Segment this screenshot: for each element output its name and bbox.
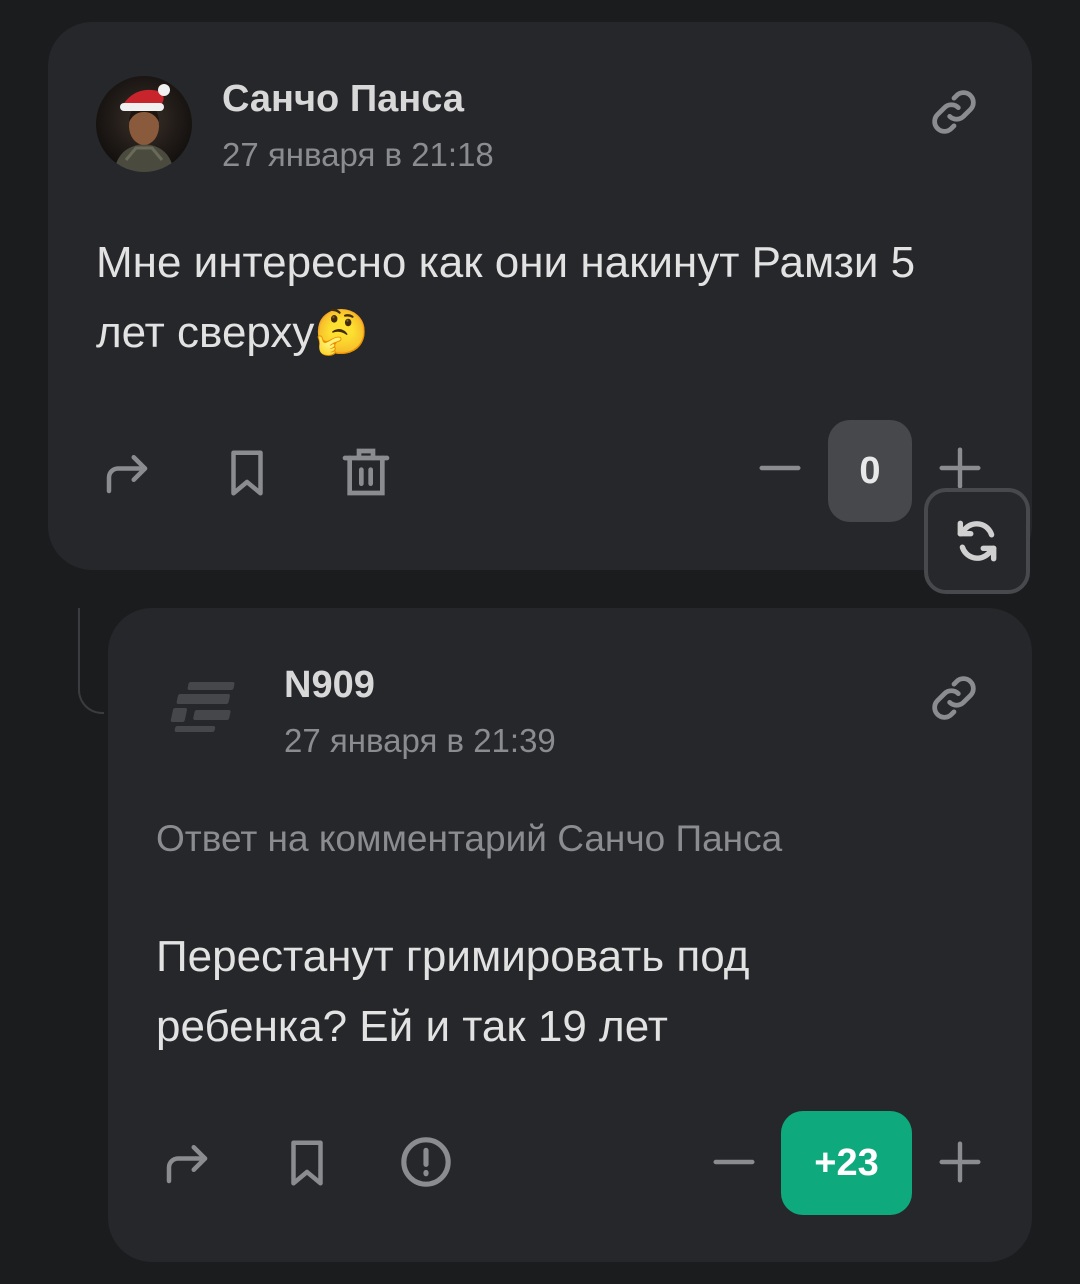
share-icon[interactable] (160, 1136, 214, 1190)
bookmark-icon[interactable] (220, 446, 274, 500)
comment-card: Санчо Панса 27 января в 21:18 Мне интере… (48, 22, 1032, 570)
share-icon[interactable] (100, 446, 154, 500)
report-icon[interactable] (398, 1134, 454, 1190)
score-badge: 0 (828, 420, 912, 522)
comment-author[interactable]: Санчо Панса (222, 78, 464, 121)
comment-body: Перестанут гримировать под ребенка? Ей и… (156, 932, 750, 1051)
bookmark-icon[interactable] (280, 1136, 334, 1190)
reply-to-link[interactable]: Ответ на комментарий Санчо Панса (156, 818, 782, 860)
comment-body: Мне интересно как они накинут Рамзи 5 ле… (96, 238, 916, 357)
thread-connector (78, 608, 104, 714)
comment-text: Мне интересно как они накинут Рамзи 5 ле… (96, 228, 996, 368)
user-avatar[interactable] (96, 76, 192, 172)
upvote-button[interactable] (938, 1140, 982, 1184)
comment-author[interactable]: N909 (284, 664, 375, 707)
link-icon[interactable] (928, 672, 980, 724)
refresh-button[interactable] (924, 488, 1030, 594)
downvote-button[interactable] (712, 1140, 756, 1184)
upvote-button[interactable] (938, 446, 982, 490)
score-badge: +23 (781, 1111, 912, 1215)
delete-icon[interactable] (338, 444, 394, 500)
refresh-icon (952, 516, 1002, 566)
comment-date: 27 января в 21:39 (284, 722, 556, 759)
thinking-emoji: 🤔 (314, 308, 370, 357)
downvote-button[interactable] (758, 446, 802, 490)
user-avatar[interactable] (156, 658, 252, 754)
reply-card: N909 27 января в 21:39 Ответ на коммента… (108, 608, 1032, 1262)
avatar-image (96, 76, 192, 172)
link-icon[interactable] (928, 86, 980, 138)
site-logo-icon (170, 682, 235, 732)
comment-date: 27 января в 21:18 (222, 136, 494, 173)
